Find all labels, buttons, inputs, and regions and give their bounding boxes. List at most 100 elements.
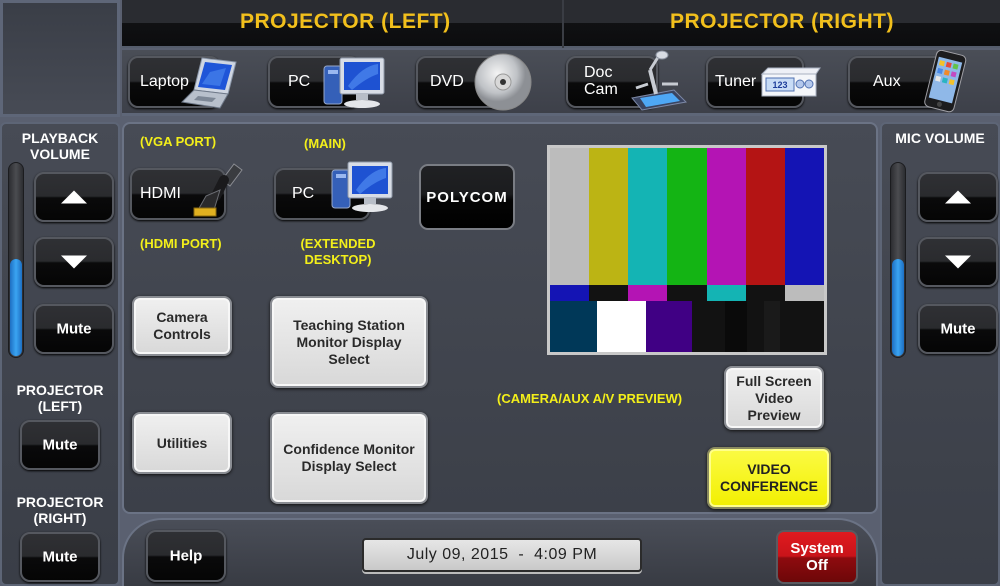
projector-right-mute-button[interactable]: Mute [20, 532, 100, 582]
mic-volume-slider[interactable] [890, 162, 906, 358]
test-pattern-top-bar [745, 148, 786, 285]
projector-right-mute-label: Mute [42, 548, 78, 566]
mic-volume-down-button[interactable] [918, 237, 998, 287]
test-pattern-bottom-bar [763, 301, 781, 352]
hdmi-cable-icon [193, 163, 243, 217]
test-pattern-mid-bar [589, 285, 629, 301]
test-pattern-mid-bar [784, 285, 825, 301]
projector-right-mute-title: PROJECTOR (RIGHT) [16, 494, 104, 526]
source-tuner-label: Tuner [715, 73, 757, 90]
av-preview-window[interactable] [547, 145, 827, 355]
projector-header: PROJECTOR (LEFT) PROJECTOR (RIGHT) [122, 0, 1000, 48]
arrow-up-icon [945, 190, 971, 204]
test-pattern-bottom-bar [692, 301, 726, 352]
right-control-panel: MIC VOLUME Mute [880, 122, 1000, 586]
test-pattern-bottom-bar [596, 301, 647, 352]
mic-volume-title: MIC VOLUME [895, 130, 985, 146]
teaching-station-line3: Select [328, 350, 370, 367]
camera-aux-preview-label: (CAMERA/AUX A/V PREVIEW) [497, 391, 683, 406]
arrow-down-icon [945, 255, 971, 269]
disc-icon [474, 53, 532, 111]
test-pattern-mid-bar [628, 285, 668, 301]
tuner-display-text: 123 [772, 80, 787, 90]
tuner-icon: 123 [760, 67, 821, 97]
extended-label-line2: DESKTOP) [304, 252, 372, 267]
utilities-button[interactable]: Utilities [132, 412, 232, 474]
source-dvd-label: DVD [430, 73, 464, 90]
test-pattern-bottom-bar [645, 301, 693, 352]
playback-mute-button[interactable]: Mute [34, 304, 114, 354]
full-screen-preview-button[interactable]: Full Screen Video Preview [724, 366, 824, 430]
playback-volume-up-button[interactable] [34, 172, 114, 222]
test-pattern-top-bar [628, 148, 668, 285]
source-aux-label: Aux [873, 73, 901, 90]
video-conf-line2: CONFERENCE [719, 478, 818, 494]
pc-button-label: PC [292, 185, 315, 202]
projector-left-mute-button[interactable]: Mute [20, 420, 100, 470]
polycom-button[interactable]: POLYCOM [419, 164, 515, 230]
desktop-pc-icon [331, 161, 393, 212]
test-pattern-bottom-bar [550, 301, 598, 352]
projector-right-title: PROJECTOR (RIGHT) [670, 10, 894, 33]
video-conference-button[interactable]: VIDEO CONFERENCE [707, 447, 831, 509]
projector-left-mute-title: PROJECTOR (LEFT) [16, 382, 104, 414]
source-selection-bar: Laptop PC DVD Doc Cam Tuner 123 Aux [122, 50, 1000, 116]
hdmi-button-label: HDMI [140, 185, 181, 202]
teaching-station-line2: Monitor Display [296, 333, 402, 350]
camera-controls-line2: Controls [153, 326, 211, 342]
desktop-pc-icon [323, 57, 385, 108]
playback-mute-label: Mute [56, 320, 92, 338]
confidence-line1: Confidence Monitor [283, 441, 415, 457]
help-label: Help [169, 547, 203, 565]
mic-volume-level [892, 259, 904, 356]
arrow-up-icon [61, 190, 87, 204]
full-screen-line2: Video [755, 389, 793, 406]
extended-desktop-label: (EXTENDED DESKTOP) [290, 236, 386, 268]
footer-bar: Help July 09, 2015 - 4:09 PM System Off [122, 518, 878, 586]
header-divider [562, 0, 564, 48]
playback-volume-title: PLAYBACK VOLUME [21, 130, 99, 162]
camera-controls-button[interactable]: Camera Controls [132, 296, 232, 356]
test-pattern-bottom-bar [780, 301, 825, 352]
playback-volume-down-button[interactable] [34, 237, 114, 287]
system-off-line1: System [790, 540, 844, 557]
source-doccam-label: Doc Cam [584, 64, 618, 98]
main-pc-label: (MAIN) [304, 136, 346, 151]
test-pattern-mid-bar [667, 285, 708, 301]
date-time-display: July 09, 2015 - 4:09 PM [362, 538, 642, 572]
test-pattern-top-bar [784, 148, 825, 285]
arrow-down-icon [61, 255, 87, 269]
extended-label-line1: (EXTENDED [300, 236, 376, 251]
main-control-panel: (VGA PORT) HDMI (HDMI PORT) (MAIN) PC (E… [122, 122, 878, 514]
playback-volume-slider[interactable] [8, 162, 24, 358]
teaching-station-line1: Teaching Station [293, 316, 405, 333]
playback-volume-level [10, 259, 22, 356]
left-control-panel: PLAYBACK VOLUME Mute PROJECTOR (LEFT) Mu… [0, 122, 120, 586]
document-camera-icon [631, 50, 688, 111]
projector-left-title: PROJECTOR (LEFT) [240, 10, 451, 33]
laptop-icon [180, 57, 237, 109]
projector-left-mute-label: Mute [42, 436, 78, 454]
teaching-station-monitor-button[interactable]: Teaching Station Monitor Display Select [270, 296, 428, 388]
media-player-icon [924, 50, 967, 113]
mic-mute-button[interactable]: Mute [918, 304, 998, 354]
test-pattern-top-bar [706, 148, 747, 285]
system-off-line2: Off [806, 557, 828, 574]
system-off-button[interactable]: System Off [776, 530, 858, 584]
confidence-monitor-button[interactable]: Confidence Monitor Display Select [270, 412, 428, 504]
test-pattern-mid-bar [706, 285, 747, 301]
mic-volume-up-button[interactable] [918, 172, 998, 222]
test-pattern-mid-bar [550, 285, 590, 301]
camera-controls-line1: Camera [156, 309, 208, 325]
video-conf-line1: VIDEO [747, 461, 791, 477]
hdmi-port-label: (HDMI PORT) [140, 236, 222, 251]
confidence-line2: Display Select [301, 458, 397, 474]
full-screen-line3: Preview [747, 406, 801, 423]
test-pattern-top-bar [667, 148, 708, 285]
test-pattern-top-bar [550, 148, 590, 285]
test-pattern-bottom-bar [747, 301, 765, 352]
full-screen-line1: Full Screen [736, 372, 812, 389]
vga-port-label: (VGA PORT) [140, 134, 217, 149]
help-button[interactable]: Help [146, 530, 226, 582]
mic-mute-label: Mute [940, 320, 976, 338]
